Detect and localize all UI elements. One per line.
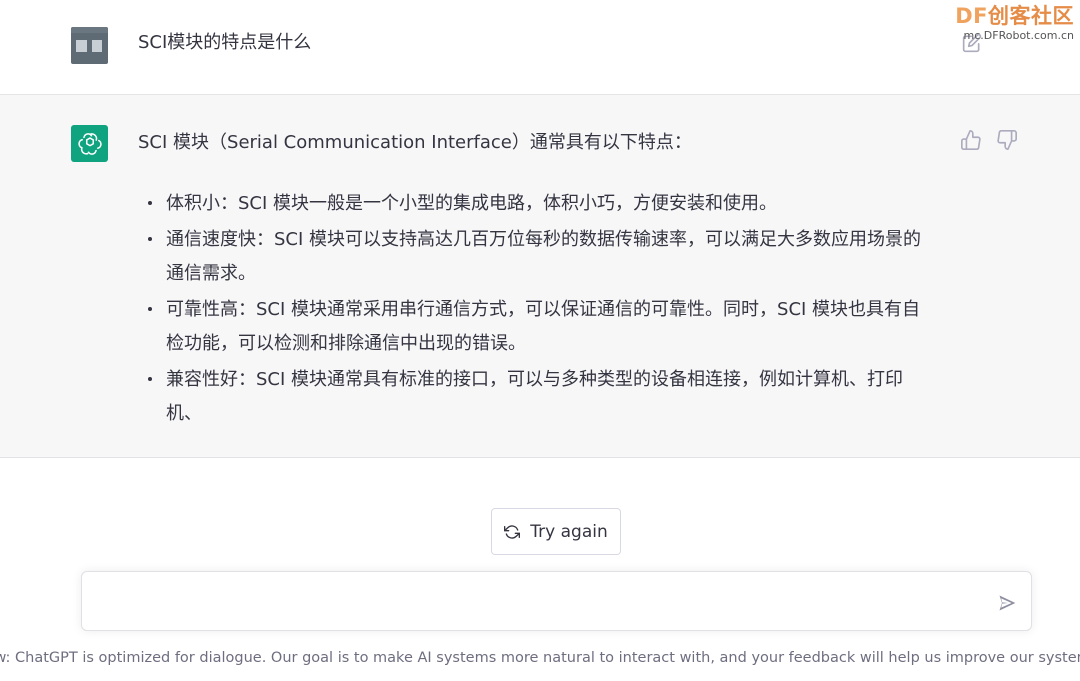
- list-item: 通信速度快：SCI 模块可以支持高达几百万位每秒的数据传输速率，可以满足大多数应…: [138, 223, 938, 291]
- openai-logo-icon: [71, 125, 108, 162]
- watermark-logo: DF创客社区 mc.DFRobot.com.cn: [955, 3, 1074, 42]
- message-composer: [81, 571, 1032, 631]
- watermark-brand-df: DF: [955, 4, 988, 28]
- watermark-url: mc.DFRobot.com.cn: [963, 29, 1074, 42]
- assistant-message-row: SCI 模块（Serial Communication Interface）通常…: [0, 95, 1080, 458]
- user-avatar: [71, 27, 108, 64]
- watermark-brand-cn: 创客社区: [988, 4, 1074, 28]
- list-item: 兼容性好：SCI 模块通常具有标准的接口，可以与多种类型的设备相连接，例如计算机…: [138, 363, 938, 431]
- footer-text: eview: ChatGPT is optimized for dialogue…: [0, 650, 1080, 666]
- assistant-bullet-list: 体积小：SCI 模块一般是一个小型的集成电路，体积小巧，方便安装和使用。 通信速…: [138, 187, 938, 433]
- message-input[interactable]: [96, 572, 976, 630]
- list-item: 可靠性高：SCI 模块通常采用串行通信方式，可以保证通信的可靠性。同时，SCI …: [138, 293, 938, 361]
- refresh-icon: [504, 524, 521, 539]
- thumbs-down-icon[interactable]: [996, 129, 1018, 151]
- user-message-text: SCI模块的特点是什么: [138, 32, 312, 53]
- assistant-intro-text: SCI 模块（Serial Communication Interface）通常…: [138, 132, 692, 153]
- try-again-label: Try again: [530, 521, 608, 542]
- user-message-row: SCI模块的特点是什么: [0, 0, 1080, 95]
- thumbs-up-icon[interactable]: [960, 129, 982, 151]
- try-again-button[interactable]: Try again: [491, 508, 621, 555]
- send-icon[interactable]: [996, 593, 1018, 613]
- footer-disclaimer: eview: ChatGPT is optimized for dialogue…: [0, 648, 1080, 668]
- list-item: 体积小：SCI 模块一般是一个小型的集成电路，体积小巧，方便安装和使用。: [138, 187, 938, 221]
